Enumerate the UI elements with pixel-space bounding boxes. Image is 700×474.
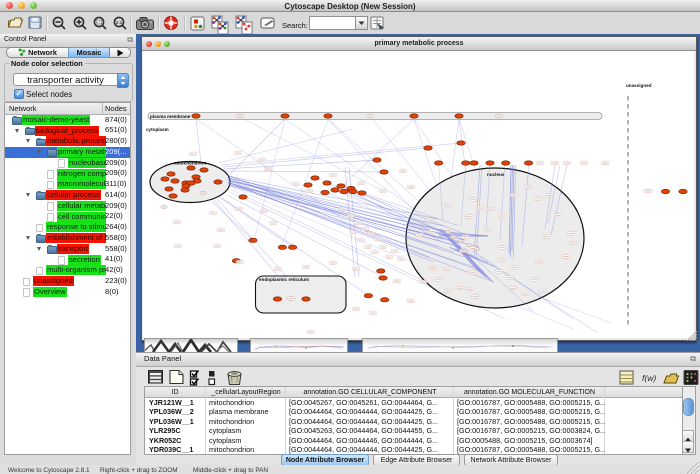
svg-text:1:1: 1:1 [116, 20, 123, 25]
svg-text:mitochondrion: mitochondrion [174, 161, 206, 166]
svg-text:plasma membrane: plasma membrane [150, 114, 191, 119]
svg-text:f(w): f(w) [642, 373, 656, 383]
svg-text:unassigned: unassigned [626, 83, 652, 88]
svg-text:cytoplasm: cytoplasm [146, 127, 169, 132]
svg-text:endoplasmic reticulum: endoplasmic reticulum [259, 277, 309, 282]
